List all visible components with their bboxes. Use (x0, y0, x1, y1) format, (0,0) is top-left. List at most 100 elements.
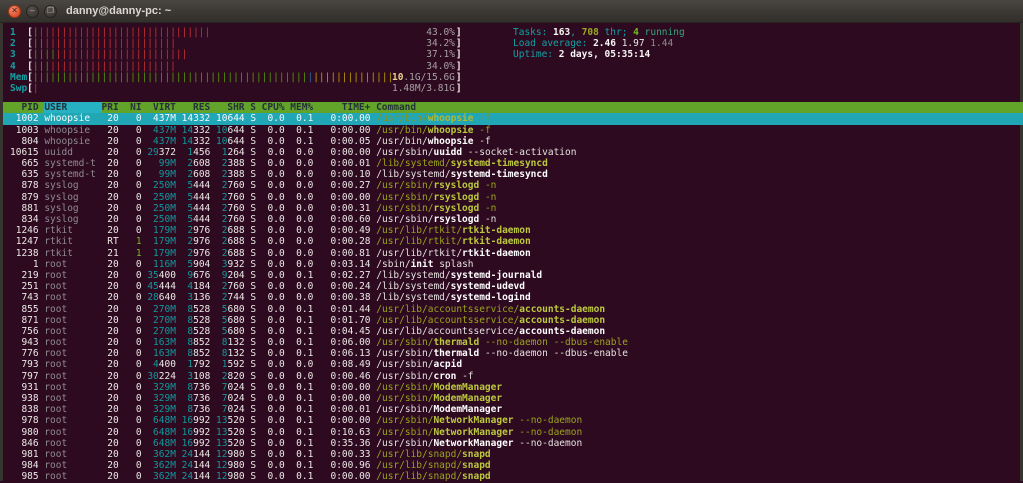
process-row[interactable]: 879 syslog 20 0 250M 5444 2760 S 0.0 0.0… (3, 192, 1023, 203)
nice-cell: 0 (124, 292, 148, 304)
process-row[interactable]: 834 syslog 20 0 250M 5444 2760 S 0.0 0.0… (3, 214, 1023, 225)
user-cell: root (44, 303, 102, 315)
process-row[interactable]: 871 root 20 0 270M 8528 5680 S 0.0 0.1 0… (3, 315, 1023, 326)
pri-cell: 20 (101, 158, 125, 170)
user-cell: systemd-t (44, 169, 102, 181)
user-cell: root (44, 381, 102, 393)
mem-percent-cell: 0.1 (290, 135, 320, 147)
user-cell: uuidd (44, 146, 102, 158)
cpu-percent-cell: 0.0 (261, 225, 291, 237)
state-cell: S (250, 348, 262, 360)
cpu-percent-cell: 0.0 (261, 359, 291, 371)
user-cell: syslog (44, 202, 102, 214)
mem-percent-cell: 0.1 (290, 303, 320, 315)
state-cell: S (250, 124, 262, 136)
pid-cell: 981 (10, 448, 45, 460)
process-row[interactable]: 1246 rtkit 20 0 179M 2976 2688 S 0.0 0.0… (3, 225, 1023, 236)
process-row[interactable]: 804 whoopsie 20 0 437M 14332 10644 S 0.0… (3, 136, 1023, 147)
window-titlebar: ✕ – ❐ danny@danny-pc: ~ (0, 0, 1023, 23)
cpu-percent-cell: 0.0 (261, 370, 291, 382)
nice-cell: 0 (124, 258, 148, 270)
cpu-meter-2-bar-fill: ||||||||||||||||||||||||| (32, 38, 176, 50)
cpu-meter-1-label: 1 (10, 27, 28, 38)
process-row[interactable]: 635 systemd-t 20 0 99M 2608 2388 S 0.0 0… (3, 169, 1023, 180)
nice-cell: 0 (124, 437, 148, 449)
process-row[interactable]: 838 root 20 0 329M 8736 7024 S 0.0 0.1 0… (3, 404, 1023, 415)
pri-cell: 20 (101, 135, 125, 147)
process-row[interactable]: 1238 rtkit 21 1 179M 2976 2688 S 0.0 0.0… (3, 248, 1023, 259)
time-cell: 0:00.00 (319, 415, 377, 427)
nice-cell: 0 (124, 359, 148, 371)
pid-cell: 1238 (10, 247, 45, 259)
pid-cell: 793 (10, 359, 45, 371)
mem-percent-cell: 0.1 (290, 269, 320, 281)
process-row[interactable]: 943 root 20 0 163M 8852 8132 S 0.0 0.1 0… (3, 337, 1023, 348)
pid-cell: 938 (10, 393, 45, 404)
process-row[interactable]: 978 root 20 0 648M 16992 13520 S 0.0 0.1… (3, 415, 1023, 426)
process-row[interactable]: 855 root 20 0 270M 8528 5680 S 0.0 0.1 0… (3, 304, 1023, 315)
mem-percent-cell: 0.0 (290, 225, 320, 237)
pri-cell: 20 (101, 124, 125, 136)
process-row[interactable]: 793 root 20 0 4400 1792 1592 S 0.0 0.0 0… (3, 359, 1023, 370)
swap-meter-bar-fill: | (32, 82, 39, 94)
process-row[interactable]: 938 root 20 0 329M 8736 7024 S 0.0 0.1 0… (3, 393, 1023, 404)
process-row[interactable]: 743 root 20 0 28640 3136 2744 S 0.0 0.0 … (3, 292, 1023, 303)
nice-cell: 0 (124, 370, 148, 382)
maximize-icon[interactable]: ❐ (44, 4, 57, 18)
process-row[interactable]: 251 root 20 0 45444 4184 2760 S 0.0 0.0 … (3, 281, 1023, 292)
pri-cell: 20 (101, 359, 125, 371)
command-cell: /usr/lib/rtkit/rtkit-daemon (376, 236, 531, 248)
mem-percent-cell: 0.0 (290, 202, 320, 214)
state-cell: S (250, 202, 262, 214)
pri-cell: 20 (101, 292, 125, 304)
process-row[interactable]: 1 root 20 0 116M 5904 3932 S 0.0 0.0 0:0… (3, 259, 1023, 270)
process-row[interactable]: 797 root 20 0 30224 3108 2820 S 0.0 0.0 … (3, 371, 1023, 382)
state-cell: S (250, 269, 262, 281)
process-row[interactable]: 984 root 20 0 362M 24144 12980 S 0.0 0.1… (3, 460, 1023, 471)
user-cell: rtkit (44, 236, 102, 248)
nice-cell: 0 (124, 225, 148, 237)
close-icon[interactable]: ✕ (8, 4, 21, 18)
process-row[interactable]: 846 root 20 0 648M 16992 13520 S 0.0 0.1… (3, 438, 1023, 449)
pid-cell: 943 (10, 337, 45, 349)
process-row[interactable]: 776 root 20 0 163M 8852 8132 S 0.0 0.1 0… (3, 348, 1023, 359)
user-cell: whoopsie (44, 124, 102, 136)
process-row[interactable]: 219 root 20 0 35400 9676 9204 S 0.0 0.1 … (3, 270, 1023, 281)
time-cell: 0:00.00 (319, 113, 377, 125)
mem-meter: Mem[||||||||||||||||||||||||||||||||||||… (10, 72, 1020, 83)
threads-count: 708 (581, 27, 599, 38)
process-row[interactable]: 878 syslog 20 0 250M 5444 2760 S 0.0 0.0… (3, 180, 1023, 191)
process-row-selected[interactable]: 1002 whoopsie 20 0 437M 14332 10644 S 0.… (3, 113, 1023, 125)
nice-cell: 0 (124, 269, 148, 281)
state-cell: S (250, 146, 262, 158)
process-row[interactable]: 931 root 20 0 329M 8736 7024 S 0.0 0.1 0… (3, 382, 1023, 393)
mem-usage-text: 10.1G/15.6G (391, 71, 455, 83)
mem-meter-label: Mem (10, 71, 28, 83)
cpu-meter-2-bar: ||||||||||||||||||||||||| 34.2% (33, 38, 456, 49)
process-row[interactable]: 1003 whoopsie 20 0 437M 14332 10644 S 0.… (3, 125, 1023, 136)
minimize-icon[interactable]: – (26, 4, 39, 18)
command-cell: /lib/systemd/systemd-timesyncd (376, 169, 548, 181)
process-row[interactable]: 10615 uuidd 20 0 29372 1456 1264 S 0.0 0… (3, 147, 1023, 158)
time-cell: 0:00.05 (319, 135, 377, 147)
cpu-percent-cell: 0.0 (261, 236, 291, 248)
terminal[interactable]: 1 [||||||||||||||||||||||||||||||| 43.0%]… (0, 23, 1023, 482)
time-cell: 0:08.49 (319, 359, 377, 371)
process-row[interactable]: 980 root 20 0 648M 16992 13520 S 0.0 0.1… (3, 427, 1023, 438)
process-row[interactable]: 1247 rtkit RT 1 179M 2976 2688 S 0.0 0.0… (3, 236, 1023, 247)
process-row[interactable]: 756 root 20 0 270M 8528 5680 S 0.0 0.1 0… (3, 326, 1023, 337)
time-cell: 0:00.38 (319, 292, 377, 304)
cpu-meter-3-label: 3 (10, 49, 28, 61)
process-row[interactable]: 665 systemd-t 20 0 99M 2608 2388 S 0.0 0… (3, 158, 1023, 169)
column-headers: PRI NI VIRT RES SHR S CPU% MEM% TIME+ (101, 102, 377, 114)
pid-cell: 834 (10, 214, 45, 225)
time-cell: 0:35.36 (319, 437, 377, 449)
mem-percent-cell: 0.0 (290, 359, 320, 371)
process-row[interactable]: 981 root 20 0 362M 24144 12980 S 0.0 0.1… (3, 449, 1023, 460)
pid-cell: 984 (10, 460, 45, 472)
process-row[interactable]: 881 syslog 20 0 250M 5444 2760 S 0.0 0.0… (3, 203, 1023, 214)
time-cell: 0:06.13 (319, 348, 377, 360)
user-cell: rtkit (44, 225, 102, 237)
column-header-user-sorted[interactable]: USER (44, 102, 102, 114)
